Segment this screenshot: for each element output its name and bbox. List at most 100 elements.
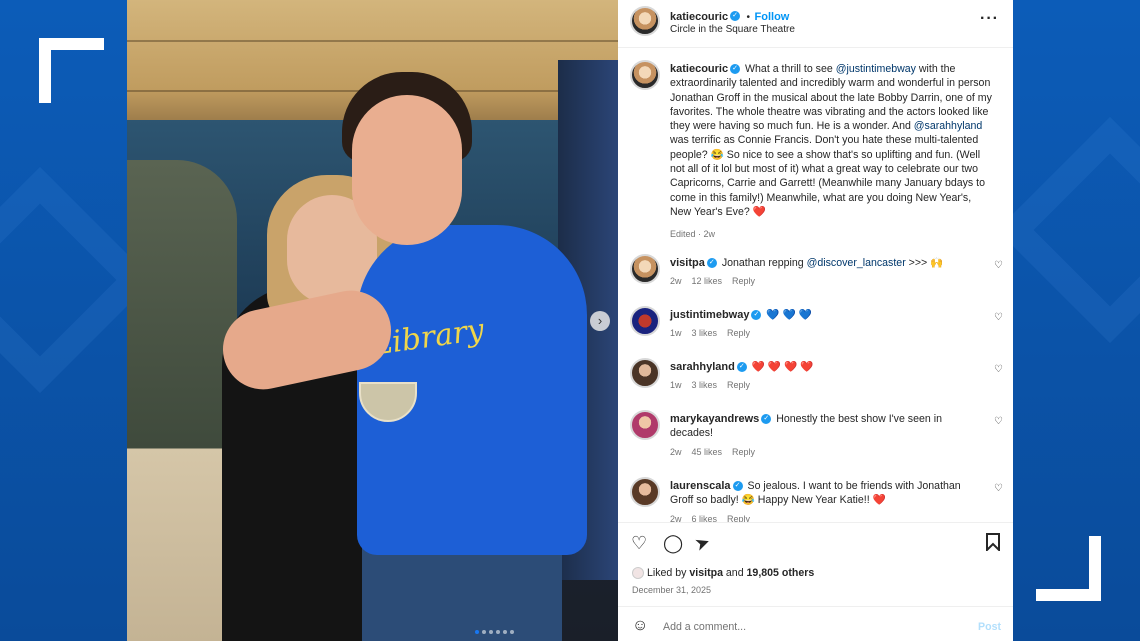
heart-icon[interactable]: ♡ [994, 312, 1003, 323]
corner-bracket-top-left [39, 38, 104, 103]
comment-meta: 2w 6 likes Reply [670, 514, 760, 522]
carousel-dot [489, 630, 493, 634]
comment-input[interactable]: Add a comment... [663, 621, 746, 633]
comment-username[interactable]: marykayandrews [670, 413, 759, 425]
carousel-dot [482, 630, 486, 634]
comment-meta: 1w 3 likes Reply [670, 380, 760, 390]
comment-text: Jonathan repping [721, 257, 807, 269]
author-username[interactable]: katiecouric [670, 11, 728, 23]
caption-username[interactable]: katiecouric [670, 63, 728, 75]
liked-by-avatar [632, 567, 644, 580]
post-comment-button[interactable]: Post [978, 621, 1001, 633]
comment-username[interactable]: laurenscala [670, 480, 731, 492]
author-line: katiecouric ✓ • Follow [670, 7, 789, 25]
comment-body: marykayandrews ✓ Honestly the best show I… [670, 412, 980, 441]
edited-label: Edited · 2w [670, 229, 716, 240]
comment-age: 2w [670, 514, 682, 522]
comment-age: 2w [670, 447, 682, 457]
avatar[interactable] [630, 477, 660, 507]
mention-link[interactable]: @justintimebway [836, 63, 916, 75]
comment-likes[interactable]: 3 likes [692, 328, 718, 338]
verified-icon: ✓ [732, 481, 743, 492]
comment-body: sarahhyland ✓ ❤️ ❤️ ❤️ ❤️ [670, 360, 980, 374]
comment-age: 1w [670, 380, 682, 390]
post-panel: katiecouric ✓ • Follow Circle in the Squa… [618, 0, 1013, 641]
liked-by-suffix: and [722, 567, 747, 579]
emoji-smile-icon[interactable]: ☺ [632, 617, 648, 635]
comment-body: justintimebway ✓ 💙 💙 💙 [670, 308, 980, 322]
liked-by-user[interactable]: visitpa [689, 567, 723, 579]
verified-icon: ✓ [706, 258, 717, 269]
liked-by-prefix: Liked by [647, 567, 690, 579]
reply-button[interactable]: Reply [727, 380, 750, 390]
caption: katiecouric ✓ What a thrill to see @justi… [670, 62, 992, 242]
caption-text: was terrific as Connie Francis. Don't yo… [670, 134, 986, 218]
carousel-dots [475, 630, 514, 634]
verified-icon: ✓ [730, 10, 741, 21]
man-face [352, 95, 462, 245]
comment-bubble-icon[interactable]: ◯ [663, 533, 683, 554]
comment-meta: 1w 3 likes Reply [670, 328, 760, 338]
comment: laurenscala ✓ So jealous. I want to be fr… [618, 477, 1013, 522]
follow-button[interactable]: Follow [755, 11, 790, 23]
carousel-dot [503, 630, 507, 634]
avatar[interactable] [630, 358, 660, 388]
comment-likes[interactable]: 45 likes [692, 447, 723, 457]
avatar[interactable] [630, 254, 660, 284]
chevron-right-icon[interactable]: › [590, 311, 610, 331]
comment-age: 2w [670, 276, 682, 286]
liked-others-link[interactable]: 19,805 others [747, 567, 815, 579]
comment-meta: 2w 12 likes Reply [670, 276, 765, 286]
carousel-dot [510, 630, 514, 634]
comment-likes[interactable]: 3 likes [692, 380, 718, 390]
carousel-dot [496, 630, 500, 634]
reply-button[interactable]: Reply [732, 447, 755, 457]
more-horizontal-icon[interactable]: ··· [980, 10, 999, 28]
dot-separator: • [746, 12, 751, 23]
mention-link[interactable]: @discover_lancaster [807, 257, 906, 269]
like-heart-icon[interactable]: ♡ [631, 533, 647, 554]
comment-body: visitpa ✓ Jonathan repping @discover_lanc… [670, 256, 980, 270]
verified-icon: ✓ [761, 414, 772, 425]
post-date: December 31, 2025 [632, 585, 712, 595]
comment-text: >>> 🙌 [905, 257, 944, 269]
mention-link[interactable]: @sarahhyland [914, 120, 982, 132]
verified-icon: ✓ [730, 64, 741, 75]
action-bar: ♡ ◯ ➤ Liked by visitpa and 19,805 others… [618, 522, 1013, 606]
avatar[interactable] [630, 6, 660, 36]
share-send-icon[interactable]: ➤ [692, 531, 713, 556]
comment-age: 1w [670, 328, 682, 338]
corner-bracket-bottom-right [1036, 536, 1101, 601]
caption-text: What a thrill to see [742, 63, 836, 75]
comment-meta: 2w 45 likes Reply [670, 447, 765, 457]
heart-icon[interactable]: ♡ [994, 483, 1003, 494]
comment-likes[interactable]: 12 likes [692, 276, 723, 286]
comment-username[interactable]: visitpa [670, 257, 705, 269]
reply-button[interactable]: Reply [732, 276, 755, 286]
verified-icon: ✓ [751, 310, 762, 321]
carousel-dot [475, 630, 479, 634]
liked-by: Liked by visitpa and 19,805 others [632, 567, 815, 580]
reply-button[interactable]: Reply [727, 328, 750, 338]
post-header: katiecouric ✓ • Follow Circle in the Squa… [618, 0, 1013, 48]
heart-icon[interactable]: ♡ [994, 416, 1003, 427]
avatar[interactable] [630, 306, 660, 336]
avatar[interactable] [630, 60, 660, 90]
comment-username[interactable]: sarahhyland [670, 361, 735, 373]
heart-icon[interactable]: ♡ [994, 364, 1003, 375]
background-person [127, 160, 237, 641]
heart-icon[interactable]: ♡ [994, 260, 1003, 271]
reply-button[interactable]: Reply [727, 514, 750, 522]
bookmark-icon[interactable] [985, 533, 1001, 556]
location[interactable]: Circle in the Square Theatre [670, 24, 795, 35]
avatar[interactable] [630, 410, 660, 440]
comment-text: 💙 💙 💙 [766, 309, 812, 321]
comment-likes[interactable]: 6 likes [692, 514, 718, 522]
comment-username[interactable]: justintimebway [670, 309, 749, 321]
add-comment-bar: ☺ Add a comment... Post [618, 606, 1013, 641]
comment-body: laurenscala ✓ So jealous. I want to be fr… [670, 479, 980, 508]
post-photo[interactable]: Library [127, 0, 618, 641]
verified-icon: ✓ [736, 362, 747, 373]
comment-text: ❤️ ❤️ ❤️ ❤️ [751, 361, 814, 373]
ceiling-line [127, 40, 618, 42]
